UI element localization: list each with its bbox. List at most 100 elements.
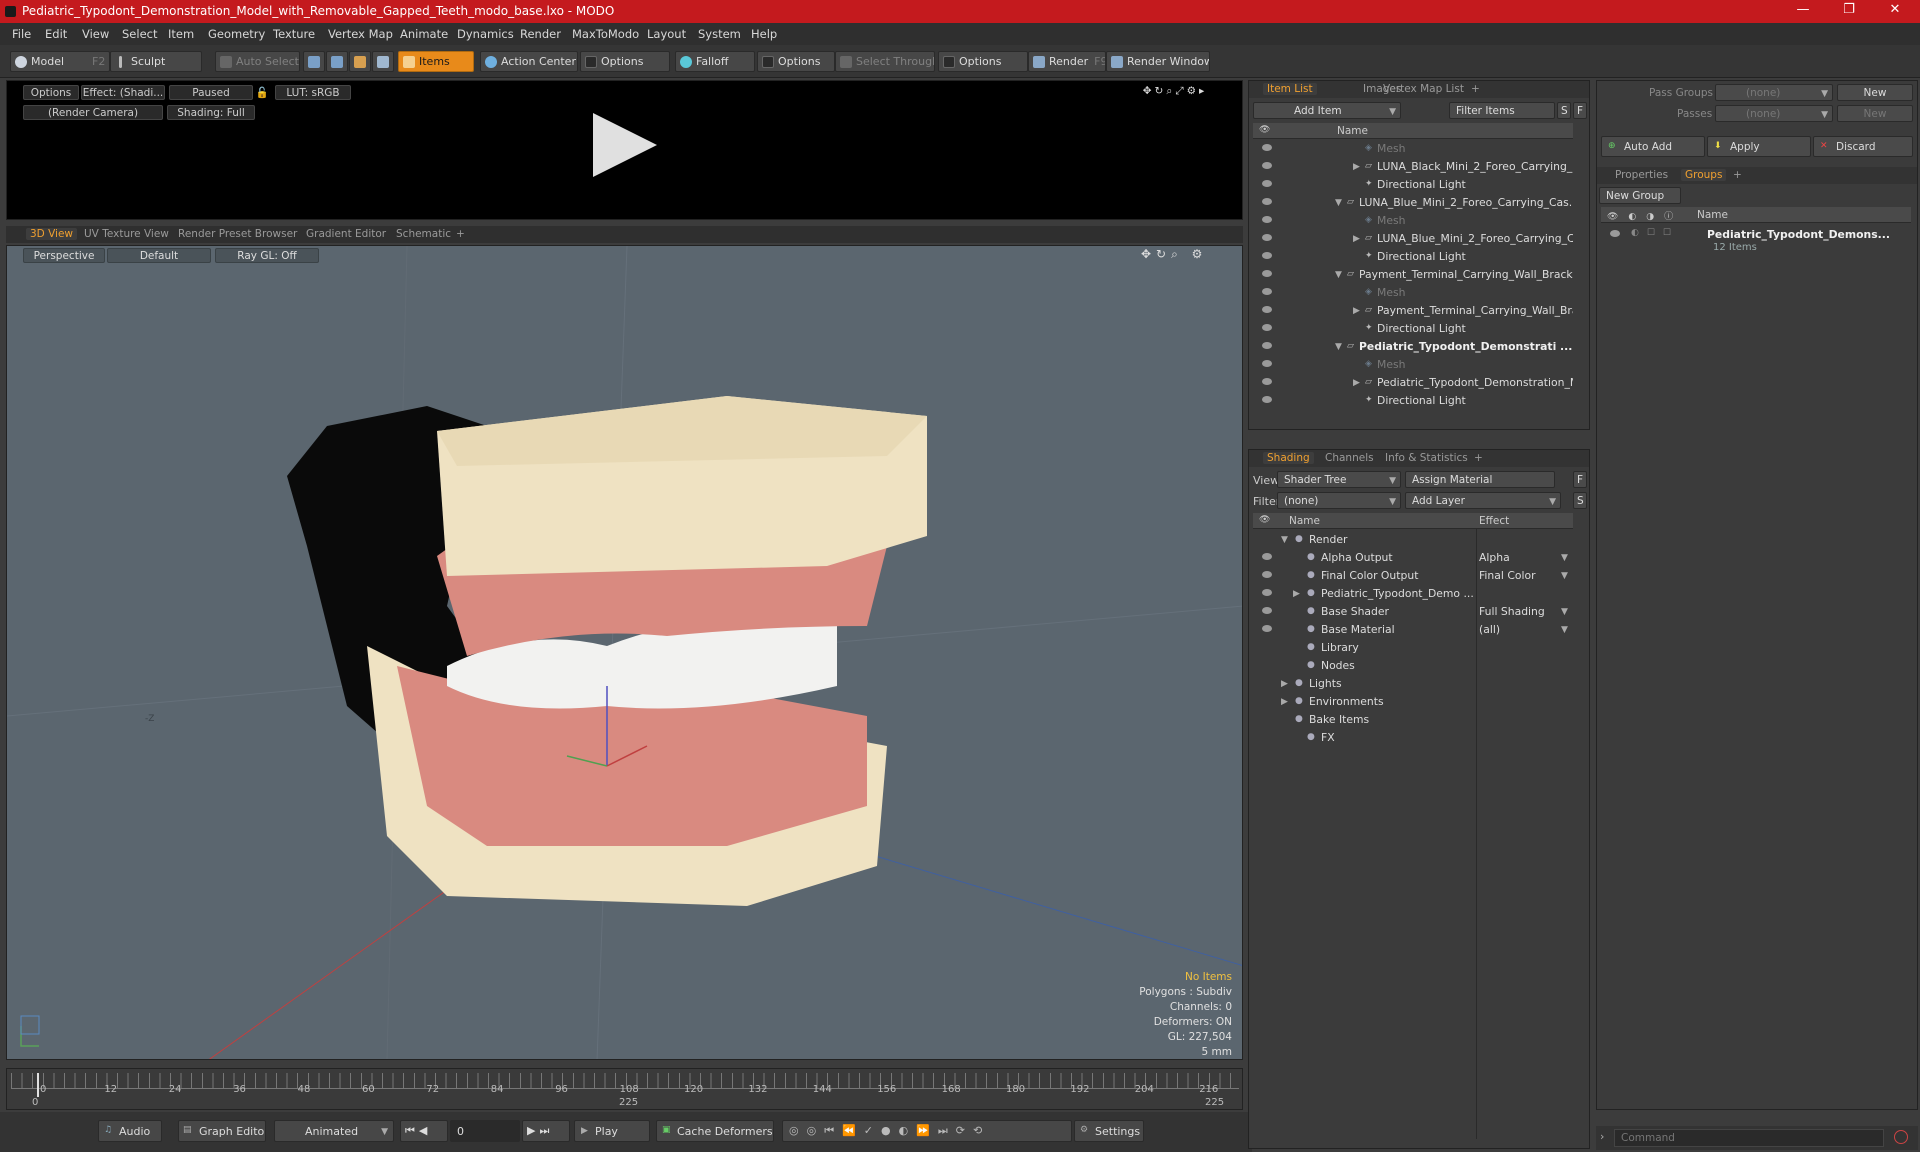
3d-viewport[interactable]: Perspective Default Ray GL: Off ✥↻⌕ ⚙ -Z… [6,245,1243,1060]
command-status-icon[interactable] [1894,1130,1908,1144]
lock-icon[interactable]: 🔓 [255,85,269,100]
effect-dropdown-icon[interactable]: ▼ [1561,625,1568,635]
minimize-button[interactable]: — [1788,2,1818,20]
edges-mode-button[interactable] [326,51,348,72]
add-layer-dropdown[interactable]: Add Layer ▼ [1405,492,1561,509]
eye-icon[interactable] [1262,589,1272,596]
filter-f-button[interactable]: F [1573,102,1587,119]
play-icon[interactable] [593,113,657,177]
menu-vertex-map[interactable]: Vertex Map [328,27,393,41]
effect-column-header[interactable]: Effect [1479,515,1509,527]
item-list-row[interactable]: ◈ Mesh [1253,212,1573,230]
render-window-button[interactable]: Render Window [1106,51,1210,72]
new-pass-group-button[interactable]: New [1837,84,1913,101]
eye-icon[interactable] [1262,342,1272,349]
timeline[interactable]: 0 12 24 36 48 60 72 84 96 108 120 132 144 156 168 180 19… [6,1068,1243,1110]
group-toggles[interactable]: ◐☐☐ [1631,228,1679,238]
shader-effect-value[interactable]: (all) [1479,623,1500,636]
shading-f-button[interactable]: F [1573,471,1587,488]
tab-item-list[interactable]: Item List [1263,83,1317,95]
expand-arrow-icon[interactable]: ▼ [1281,535,1288,545]
eye-icon[interactable] [1262,180,1272,187]
skip-start-buttons[interactable]: ⏮◀ [400,1120,448,1142]
shader-effect-value[interactable]: Alpha [1479,551,1510,564]
tab-properties[interactable]: Properties [1615,169,1668,181]
assign-material-button[interactable]: Assign Material [1405,471,1555,488]
model-mode-button[interactable]: Model F2 [10,51,110,72]
filter-items-input[interactable]: Filter Items [1449,102,1555,119]
new-pass-button[interactable]: New [1837,105,1913,122]
shader-tree-row[interactable]: ● FX [1253,729,1573,747]
auto-add-button[interactable]: ⊕ Auto Add [1601,136,1705,157]
eye-icon[interactable] [1262,162,1272,169]
item-list-row[interactable]: ✦ Directional Light [1253,176,1573,194]
eye-icon[interactable] [1262,625,1272,632]
expand-arrow-icon[interactable]: ▶ [1353,162,1360,172]
tab-uv-texture-view[interactable]: UV Texture View [84,228,169,240]
preview-lut-dropdown[interactable]: LUT: sRGB [275,85,351,100]
menu-geometry[interactable]: Geometry [208,27,265,41]
expand-arrow-icon[interactable]: ▶ [1353,306,1360,316]
filter-s-button[interactable]: S [1557,102,1571,119]
shader-tree-row[interactable]: ● Nodes [1253,657,1573,675]
render-button[interactable]: RenderF9 [1028,51,1106,72]
new-group-button[interactable]: New Group [1599,187,1681,204]
discard-button[interactable]: ✕ Discard [1813,136,1913,157]
tab-gradient-editor[interactable]: Gradient Editor [306,228,386,240]
add-tab-button[interactable]: + [456,228,465,240]
eye-icon[interactable] [1262,270,1272,277]
expand-arrow-icon[interactable]: ▼ [1335,198,1342,208]
expand-arrow-icon[interactable]: ▶ [1281,697,1288,707]
apply-button[interactable]: ⬇ Apply [1707,136,1811,157]
menu-item[interactable]: Item [168,27,194,41]
eye-icon[interactable] [1262,198,1272,205]
action-center-button[interactable]: Action Center [480,51,578,72]
filter-dropdown[interactable]: (none) ▼ [1277,492,1401,509]
item-list-row[interactable]: ▶ ▱ Pediatric_Typodont_Demonstration_M... [1253,374,1573,392]
eye-icon[interactable] [1262,252,1272,259]
shader-tree-row[interactable]: ▶ ● Lights [1253,675,1573,693]
shading-s-button[interactable]: S [1573,492,1587,509]
tab-vertex-map-list[interactable]: Vertex Map List [1383,83,1464,95]
eye-icon[interactable] [1262,306,1272,313]
passes-dropdown[interactable]: (none) ▼ [1715,105,1833,122]
menu-render[interactable]: Render [520,27,561,41]
menu-system[interactable]: System [698,27,741,41]
cache-deformers-button[interactable]: ▣ Cache Deformers [656,1120,774,1142]
eye-icon[interactable] [1262,607,1272,614]
animated-dropdown[interactable]: Animated ▼ [274,1120,394,1142]
preview-paused-button[interactable]: Paused [169,85,253,100]
tab-channels[interactable]: Channels [1325,452,1374,464]
preview-camera-dropdown[interactable]: (Render Camera) [23,105,163,120]
item-list-row[interactable]: ▼ ▱ LUNA_Blue_Mini_2_Foreo_Carrying_Cas... [1253,194,1573,212]
shader-tree-row[interactable]: ▶ ● Environments [1253,693,1573,711]
step-forward-buttons[interactable]: ▶⏭ [522,1120,570,1142]
eye-icon[interactable] [1262,360,1272,367]
eye-icon[interactable] [1262,553,1272,560]
item-list-row[interactable]: ▼ ▱ Payment_Terminal_Carrying_Wall_Brack .… [1253,266,1573,284]
item-list-row[interactable]: ✦ Directional Light [1253,320,1573,338]
add-tab-button[interactable]: + [1471,83,1480,95]
pass-groups-dropdown[interactable]: (none) ▼ [1715,84,1833,101]
materials-mode-button[interactable] [372,51,394,72]
eye-icon[interactable] [1262,234,1272,241]
menu-file[interactable]: File [12,27,31,41]
item-list-row[interactable]: ✦ Directional Light [1253,248,1573,266]
add-tab-button[interactable]: + [1733,169,1742,181]
shader-tree-row[interactable]: ▼ ● Render [1253,531,1573,549]
shader-tree-dropdown[interactable]: Shader Tree ▼ [1277,471,1401,488]
preview-nav-icons[interactable]: ✥↻⌕⤢⚙▸ [1125,84,1225,99]
expand-arrow-icon[interactable]: ▶ [1353,234,1360,244]
expand-arrow-icon[interactable]: ▶ [1353,378,1360,388]
menu-texture[interactable]: Texture [273,27,315,41]
effect-dropdown-icon[interactable]: ▼ [1561,553,1568,563]
eye-icon[interactable] [1262,144,1272,151]
eye-icon[interactable] [1262,216,1272,223]
auto-select-button[interactable]: Auto Select [215,51,300,72]
frame-input[interactable]: 0 [450,1120,520,1142]
menu-maxtomodo[interactable]: MaxToModo [572,27,639,41]
close-button[interactable]: ✕ [1880,2,1910,20]
effect-dropdown-icon[interactable]: ▼ [1561,571,1568,581]
preview-effect-dropdown[interactable]: Effect: (Shadi... [81,85,165,100]
expand-arrow-icon[interactable]: ▶ [1281,679,1288,689]
